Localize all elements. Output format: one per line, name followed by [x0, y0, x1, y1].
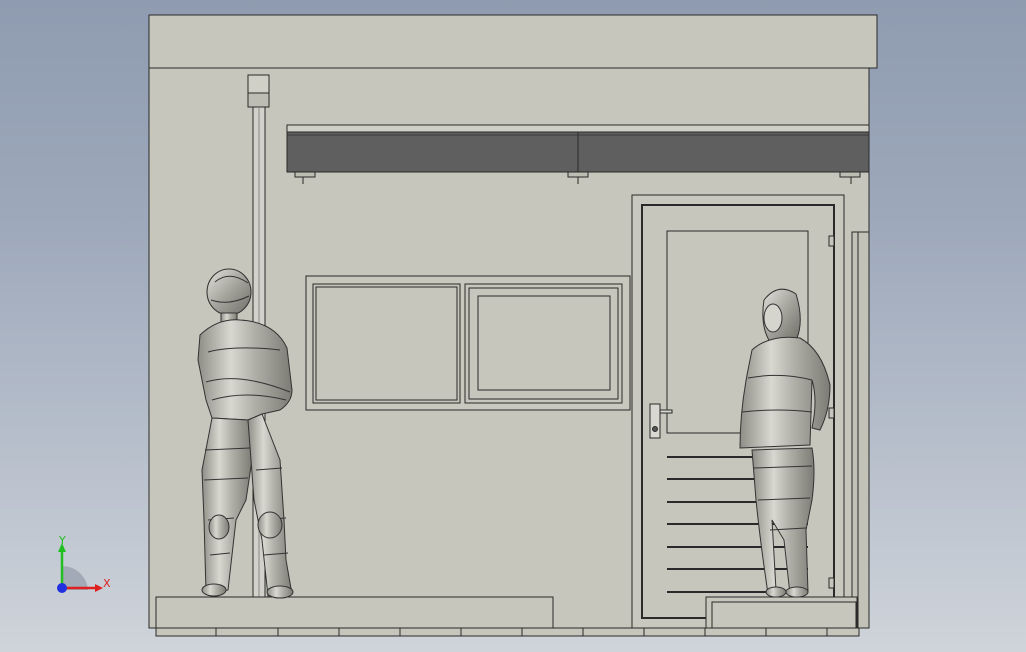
window-pane-left-inner	[315, 286, 458, 401]
coordinate-triad[interactable]: Y X	[57, 534, 111, 593]
awning-top-rail	[286, 124, 870, 133]
cad-viewport[interactable]: Y X	[0, 0, 1026, 652]
roof-cap	[148, 14, 878, 69]
triad-z-axis	[57, 583, 67, 593]
base-slab-left	[155, 596, 554, 629]
downpipe-head-top	[247, 74, 270, 94]
door-step-top	[711, 601, 857, 629]
wall-edge-strip	[851, 231, 870, 629]
awning-panel-left	[286, 131, 579, 173]
awning-panel-right	[577, 131, 870, 173]
triad-y-label: Y	[58, 534, 66, 547]
foundation-strip	[155, 627, 860, 637]
window-pane-right-inner	[477, 295, 611, 391]
triad-x-label: X	[103, 577, 111, 590]
